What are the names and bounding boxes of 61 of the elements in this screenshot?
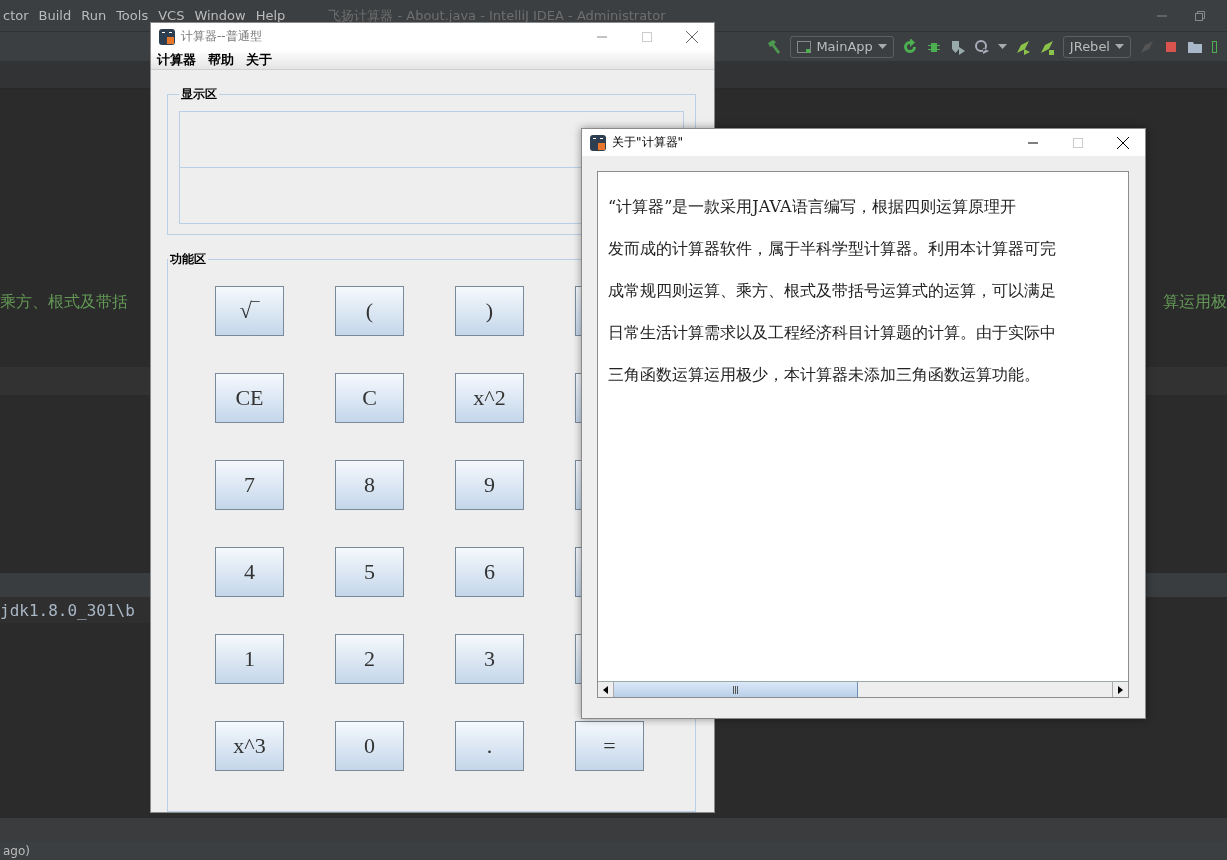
plugin-dropdown[interactable]: JRebel	[1062, 35, 1131, 58]
key-button[interactable]: (	[335, 286, 404, 336]
menu-item[interactable]: VCS	[153, 8, 190, 23]
key-button[interactable]: 7	[215, 460, 284, 510]
about-text-line: 成常规四则运算、乘方、根式及带括号运算式的运算，可以满足	[608, 280, 1057, 302]
about-text-line: “计算器”是一款采用JAVA语言编写，根据四则运算原理开	[608, 196, 1017, 218]
key-button[interactable]: 5	[335, 547, 404, 597]
caret-icon	[997, 44, 1007, 49]
menu-item[interactable]: 计算器	[151, 50, 202, 69]
about-text-line: 日常生活计算需求以及工程经济科目计算题的计算。由于实际中	[608, 322, 1057, 344]
key-button[interactable]: CE	[215, 373, 284, 423]
key-button[interactable]: 6	[455, 547, 524, 597]
key-button[interactable]: )	[455, 286, 524, 336]
code-text: 算运用极	[1163, 291, 1227, 313]
menu-item[interactable]: 关于	[240, 50, 278, 69]
key-button[interactable]: 3	[455, 634, 524, 684]
key-button[interactable]: .	[455, 721, 524, 771]
menu-item[interactable]: Tools	[111, 8, 154, 23]
rocket-bug-icon[interactable]	[1038, 38, 1055, 55]
hammer-icon[interactable]	[766, 38, 783, 55]
caret-icon	[1115, 44, 1124, 49]
scroll-right-icon[interactable]	[1118, 685, 1123, 694]
menu-item[interactable]: ctor	[0, 8, 34, 23]
key-button[interactable]: 4	[215, 547, 284, 597]
menu-item[interactable]: Window	[189, 8, 251, 23]
key-button[interactable]: x^2	[455, 373, 524, 423]
window-title: 计算器--普通型	[181, 28, 262, 45]
key-button[interactable]: 8	[335, 460, 404, 510]
window-title: 关于"计算器"	[612, 134, 684, 151]
minimize-icon[interactable]	[1027, 141, 1038, 144]
key-button[interactable]: 0	[335, 721, 404, 771]
key-button[interactable]: √‾	[215, 286, 284, 336]
menu-item[interactable]: Run	[76, 8, 112, 23]
caret-icon	[877, 44, 887, 49]
shield-play-icon[interactable]	[949, 38, 966, 55]
about-text-line: 发而成的计算器软件，属于半科学型计算器。利用本计算器可完	[608, 238, 1057, 260]
key-button[interactable]: 2	[335, 634, 404, 684]
menu-item[interactable]: Help	[250, 8, 291, 23]
group-label: 功能区	[169, 251, 207, 268]
key-button[interactable]: 9	[455, 460, 524, 510]
run-config-dropdown[interactable]: MainApp	[790, 35, 894, 58]
key-button[interactable]: x^3	[215, 721, 284, 771]
key-button[interactable]: =	[575, 721, 644, 771]
window-icon	[797, 40, 812, 53]
about-text-line: 三角函数运算运用极少，本计算器未添加三角函数运算功能。	[608, 364, 1041, 386]
scroll-left-icon[interactable]	[603, 685, 608, 694]
calculator-app-icon	[159, 28, 175, 45]
calculator-app-icon	[590, 134, 606, 151]
clock-play-icon[interactable]	[973, 38, 990, 55]
restore-icon[interactable]	[1195, 10, 1205, 21]
code-text: 乘方、根式及带括	[0, 291, 128, 313]
rocket-icon[interactable]	[1014, 38, 1031, 55]
key-button[interactable]: 1	[215, 634, 284, 684]
key-button[interactable]: C	[335, 373, 404, 423]
group-label: 显示区	[180, 86, 218, 103]
menu-item[interactable]: Build	[33, 8, 77, 23]
refresh-icon[interactable]	[901, 38, 918, 55]
menu-item[interactable]: 帮助	[202, 50, 240, 69]
status-text: ago)	[3, 844, 30, 858]
close-icon[interactable]	[1116, 136, 1129, 149]
scrollbar-thumb[interactable]	[614, 682, 858, 697]
